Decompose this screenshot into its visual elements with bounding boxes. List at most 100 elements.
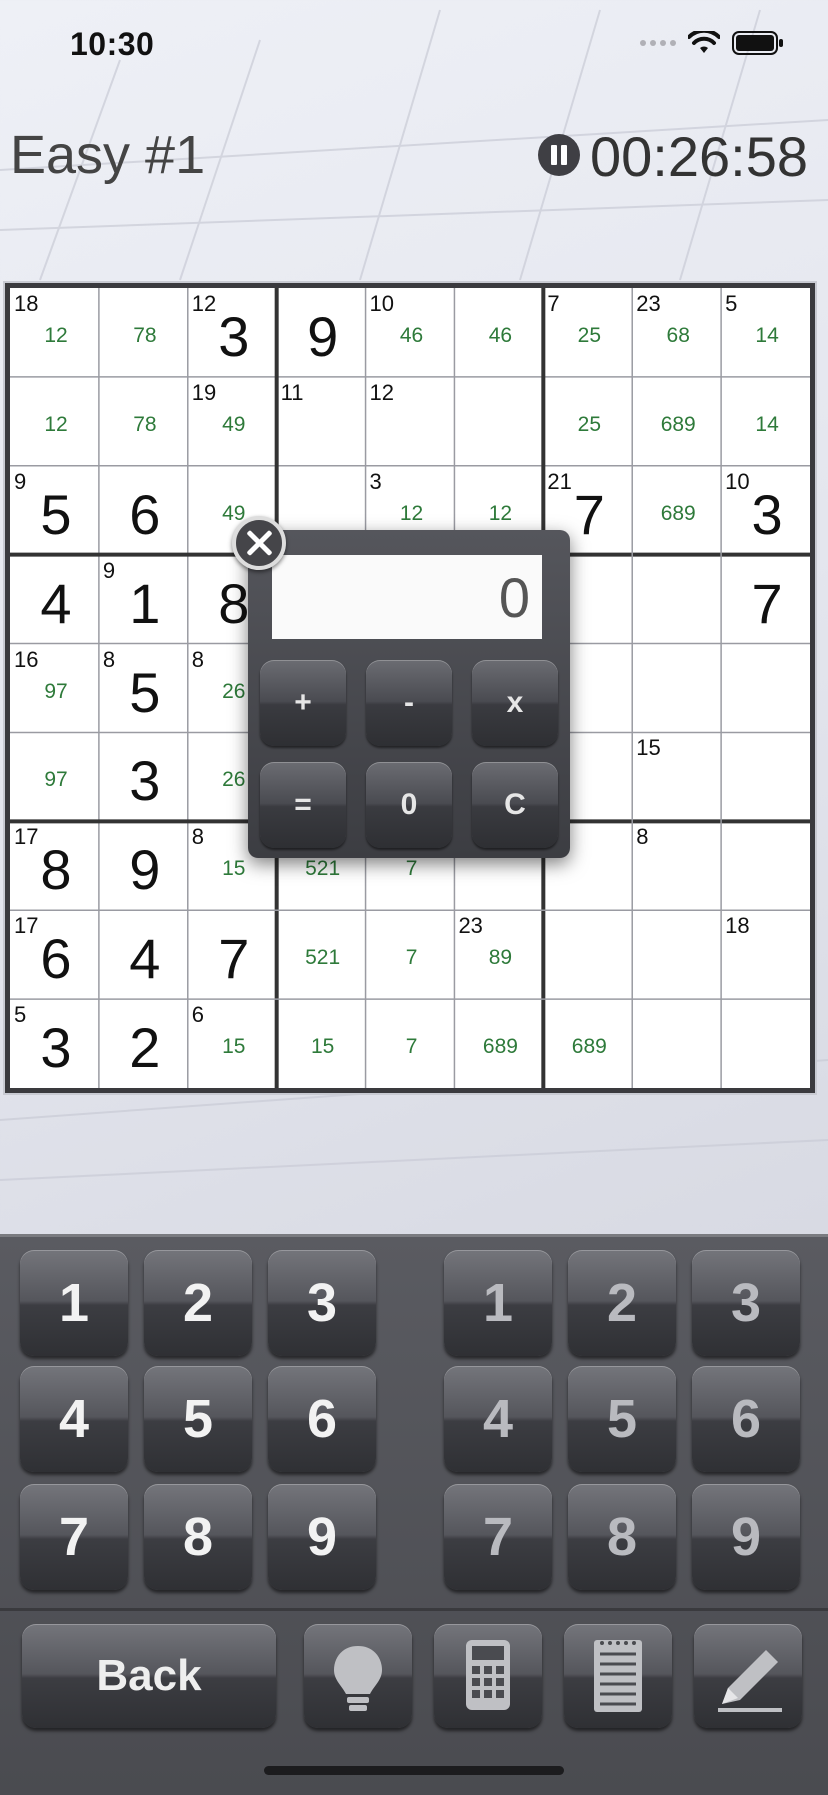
cell-candidates: 12 [44,412,68,436]
solve-key-9[interactable]: 9 [268,1484,376,1590]
pause-icon[interactable] [538,134,580,176]
board-cell[interactable]: 17 6 [12,912,100,1000]
close-icon[interactable] [232,516,286,570]
board-cell[interactable]: 689 [456,1001,544,1089]
board-cell[interactable]: 7 [368,912,456,1000]
cell-candidates: 97 [44,679,68,703]
board-cell[interactable]: 85 [101,646,189,734]
board-cell[interactable]: 53 [12,1001,100,1089]
calc-zero-button[interactable]: 0 [366,762,452,848]
board-cell[interactable]: 4 [12,557,100,645]
home-indicator [264,1766,564,1775]
calc-minus-button[interactable]: - [366,660,452,746]
board-cell[interactable]: 12 [12,379,100,467]
board-cell[interactable]: 17 8 [12,823,100,911]
calc-multiply-button[interactable]: x [472,660,558,746]
note-key-8[interactable]: 8 [568,1484,676,1590]
puzzle-title: Easy #1 [10,125,206,185]
lightbulb-icon [334,1646,382,1711]
board-cell[interactable]: 10 46 [368,290,456,378]
solve-key-1[interactable]: 1 [20,1250,128,1356]
note-key-3[interactable]: 3 [692,1250,800,1356]
cell-candidates: 97 [44,768,68,792]
board-cell[interactable]: 10 3 [723,468,811,556]
note-key-4[interactable]: 4 [444,1366,552,1472]
notes-button[interactable] [564,1624,672,1728]
solve-key-8[interactable]: 8 [144,1484,252,1590]
board-cell[interactable]: 15 [279,1001,367,1089]
solve-key-2[interactable]: 2 [144,1250,252,1356]
board-cell[interactable]: 7 [368,1001,456,1089]
board-cell[interactable]: 23 89 [456,912,544,1000]
board-cell[interactable]: 18 12 [12,290,100,378]
battery-icon [732,31,783,55]
board-cell[interactable]: 2 [101,1001,189,1089]
cage-sum: 16 [14,646,39,672]
solve-key-4[interactable]: 4 [20,1366,128,1472]
cell-candidates: 689 [660,501,696,525]
board-cell[interactable]: 15 [634,734,722,822]
cell-value: 7 [751,571,783,635]
note-key-9[interactable]: 9 [692,1484,800,1590]
board-cell[interactable]: 4 [101,912,189,1000]
board-cell[interactable]: 6 [101,468,189,556]
cell-candidates: 46 [399,324,424,347]
board-cell[interactable]: 7 25 [545,290,633,378]
board-cell[interactable]: 3 [101,734,189,822]
board-cell[interactable]: 689 [545,1001,633,1089]
board-cell[interactable]: 12 [368,379,456,467]
cell-candidates: 7 [405,857,418,881]
cell-value: 9 [307,305,339,368]
cell-candidates: 15 [222,857,246,881]
board-cell[interactable]: 521 [279,912,367,1000]
calc-plus-button[interactable]: + [260,660,346,746]
board-cell[interactable]: 7 [190,912,278,1000]
hint-button[interactable] [304,1624,412,1728]
board-cell[interactable]: 18 [723,912,811,1000]
pencil-icon [718,1650,782,1712]
board-cell[interactable]: 95 [12,468,100,556]
note-key-5[interactable]: 5 [568,1366,676,1472]
cell-candidates: 78 [133,412,157,436]
board-cell[interactable]: 78 [101,379,189,467]
board-cell[interactable]: 8 [634,823,722,911]
board-cell[interactable]: 19 49 [190,379,278,467]
back-button[interactable]: Back [22,1624,276,1728]
cage-sum: 8 [191,824,205,850]
solve-key-6[interactable]: 6 [268,1366,376,1472]
board-cell[interactable]: 12 3 [190,290,278,378]
board-cell[interactable]: 16 97 [12,646,100,734]
pencil-button[interactable] [694,1624,802,1728]
board-cell[interactable]: 689 [634,468,722,556]
cage-sum: 6 [191,1002,205,1028]
note-key-2[interactable]: 2 [568,1250,676,1356]
board-cell[interactable]: 46 [456,290,544,378]
board-cell[interactable]: 9 [279,290,367,378]
board-cell[interactable]: 9 [101,823,189,911]
note-key-7[interactable]: 7 [444,1484,552,1590]
board-cell[interactable]: 14 [723,379,811,467]
cell-candidates: 25 [577,412,601,436]
board-cell[interactable]: 7 [723,557,811,645]
board-cell[interactable]: 97 [12,734,100,822]
cell-value: 4 [129,927,161,991]
note-key-6[interactable]: 6 [692,1366,800,1472]
board-cell[interactable]: 78 [101,290,189,378]
board-cell[interactable]: 5 14 [723,290,811,378]
board-cell[interactable]: 91 [101,557,189,645]
board-cell[interactable]: 25 [545,379,633,467]
calc-clear-button[interactable]: C [472,762,558,848]
board-cell[interactable]: 23 68 [634,290,722,378]
cell-candidates: 46 [488,324,513,347]
toolbar-divider [0,1608,828,1611]
board-cell[interactable]: 689 [634,379,722,467]
board-cell[interactable]: 11 [279,379,367,467]
note-key-1[interactable]: 1 [444,1250,552,1356]
board-cell[interactable]: 6 15 [190,1001,278,1089]
cage-sum: 15 [636,735,661,761]
calculator-button[interactable] [434,1624,542,1728]
calc-equals-button[interactable]: = [260,762,346,848]
solve-key-5[interactable]: 5 [144,1366,252,1472]
solve-key-3[interactable]: 3 [268,1250,376,1356]
solve-key-7[interactable]: 7 [20,1484,128,1590]
